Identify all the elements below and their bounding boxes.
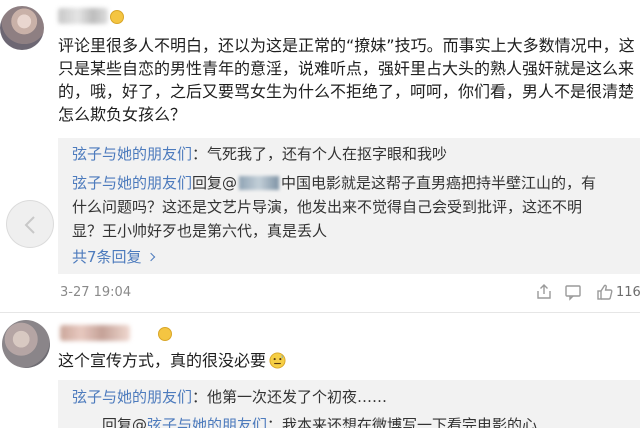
badge-icon — [158, 327, 172, 341]
reply-item: 弦子与她的朋友们：他第一次还发了个初夜…… — [72, 388, 388, 406]
reply-text: 什么问题吗？这还是文艺片导演，他发出来不觉得自己会受到批评，这还不明 — [72, 198, 583, 216]
like-count: 116 — [616, 285, 640, 300]
reply-text: 他第一次还发了个初夜…… — [207, 388, 388, 406]
divider — [0, 312, 640, 313]
reply-author-link[interactable]: 弦子与她的朋友们 — [72, 174, 192, 192]
comment-text: 这个宣传方式，真的很没必要 — [58, 349, 638, 372]
avatar[interactable] — [0, 6, 44, 50]
reply-text: 显？王小帅好歹也是第六代，真是丢人 — [72, 222, 328, 240]
awkward-face-emoji-icon — [269, 352, 286, 369]
like-icon[interactable] — [596, 283, 614, 301]
avatar[interactable] — [2, 320, 50, 368]
badge-icon — [110, 10, 124, 24]
reply-text: 气死我了，还有个人在抠字眼和我吵 — [207, 145, 448, 163]
comment-icon[interactable] — [564, 283, 582, 301]
share-icon[interactable] — [535, 283, 553, 301]
username-redacted[interactable] — [60, 325, 130, 341]
mention-redacted[interactable] — [239, 176, 280, 190]
username-redacted[interactable] — [58, 8, 108, 24]
reply-text: 中国电影就是这帮子直男癌把持半壁江山的，有 — [281, 174, 597, 192]
reply-item: ……回复@弦子与她的朋友们：我本来还想在微博写一下看完电影的心 — [72, 414, 632, 428]
chevron-right-icon — [146, 252, 155, 262]
chevron-left-icon — [24, 216, 35, 234]
reply-item: 弦子与她的朋友们回复@ 中国电影就是这帮子直男癌把持半壁江山的，有 — [72, 174, 597, 192]
previous-image-button[interactable] — [6, 200, 54, 248]
comment-timestamp: 3-27 19:04 — [60, 285, 132, 300]
reply-author-link[interactable]: 弦子与她的朋友们 — [147, 416, 267, 428]
reply-author-link[interactable]: 弦子与她的朋友们 — [72, 145, 192, 163]
reply-item: 弦子与她的朋友们：气死我了，还有个人在抠字眼和我吵 — [72, 145, 448, 163]
reply-author-link[interactable]: 弦子与她的朋友们 — [72, 388, 192, 406]
more-replies-link[interactable]: 共7条回复 — [72, 246, 155, 268]
reply-text: ：我本来还想在微博写一下看完电影的心 — [267, 416, 538, 428]
comment-text: 评论里很多人不明白，还以为这是正常的“撩妹”技巧。而事实上大多数情况中，这只是某… — [58, 36, 635, 124]
